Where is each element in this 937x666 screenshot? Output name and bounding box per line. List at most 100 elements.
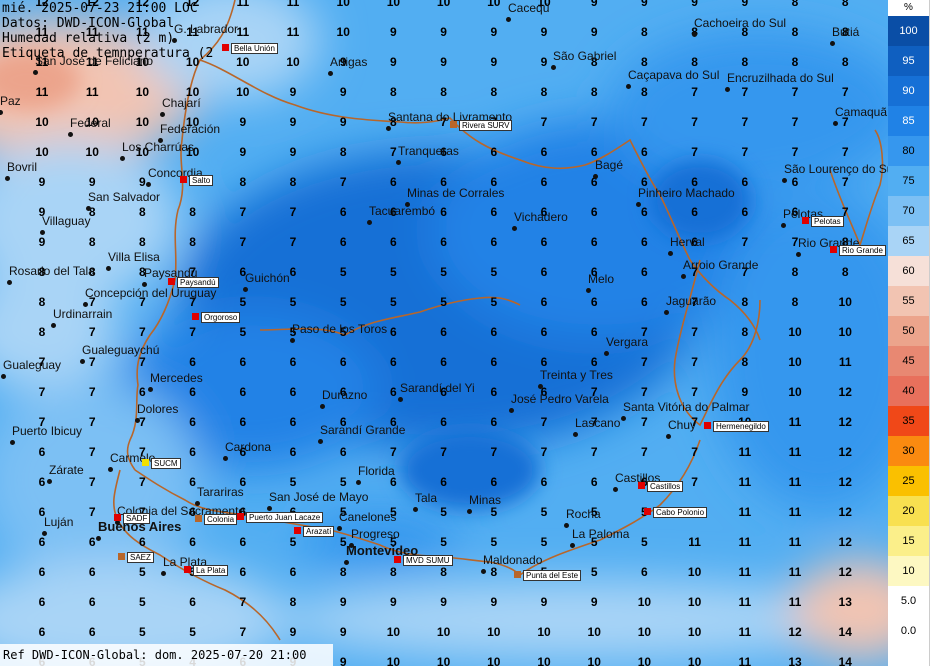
place-label: Butiá: [832, 25, 860, 39]
place-label: Tala: [415, 491, 438, 505]
place-label: Paso de los Toros: [292, 322, 388, 336]
overlay-label: Etiqueta de temnperatura (2: [2, 46, 214, 61]
station-label: Arazatí: [303, 526, 335, 537]
place-label: Guichón: [245, 271, 290, 285]
place-label: Luján: [44, 515, 74, 529]
station-marker[interactable]: [704, 422, 711, 429]
station-label: Orgoroso: [201, 312, 241, 323]
station-marker[interactable]: [802, 217, 809, 224]
legend-entry: 75: [888, 166, 929, 196]
station-label: Salto: [189, 175, 214, 186]
legend-entry: 25: [888, 466, 929, 496]
station-marker[interactable]: [118, 553, 125, 560]
place-dot: [0, 110, 3, 115]
place-dot: [621, 416, 626, 421]
place-dot: [796, 252, 801, 257]
place-dot: [636, 202, 641, 207]
station-marker[interactable]: [222, 44, 229, 51]
place-dot: [664, 310, 669, 315]
place-dot: [108, 467, 113, 472]
station-marker[interactable]: [644, 508, 651, 515]
place-dot: [538, 384, 543, 389]
station-label: Pelotas: [811, 216, 844, 227]
station-marker[interactable]: [394, 556, 401, 563]
place-label: Encruzilhada do Sul: [727, 71, 834, 85]
place-label: Cachoeira do Sul: [694, 16, 787, 30]
place-dot: [725, 87, 730, 92]
station-label: Bella Unión: [231, 43, 278, 54]
place-dot: [5, 176, 10, 181]
place-dot: [564, 523, 569, 528]
place-label: Camaquã: [835, 105, 888, 119]
place-dot: [593, 174, 598, 179]
place-dot: [551, 65, 556, 70]
legend-entry: 65: [888, 226, 929, 256]
place-dot: [120, 156, 125, 161]
place-dot: [626, 84, 631, 89]
legend-scrollbar[interactable]: [929, 0, 937, 666]
place-label: Florida: [358, 464, 395, 478]
legend-entry: 45: [888, 346, 929, 376]
place-dot: [42, 531, 47, 536]
station-label: Rivera SURV: [459, 120, 513, 131]
station-marker[interactable]: [237, 513, 244, 520]
place-label: Tranqueras: [398, 144, 459, 158]
place-dot: [781, 223, 786, 228]
station-marker[interactable]: [114, 514, 121, 521]
place-dot: [243, 287, 248, 292]
place-dot: [367, 220, 372, 225]
place-label: Progreso: [351, 527, 400, 541]
station-marker[interactable]: [184, 566, 191, 573]
station-marker[interactable]: [168, 278, 175, 285]
place-dot: [386, 126, 391, 131]
legend-entry: 35: [888, 406, 929, 436]
place-label: Sarandí Grande: [320, 423, 406, 437]
station-marker[interactable]: [294, 527, 301, 534]
place-dot: [161, 571, 166, 576]
place-dot: [413, 507, 418, 512]
weather-map[interactable]: 1212121211111010101010999988811111111111…: [0, 0, 888, 666]
place-label: Cardona: [225, 440, 272, 454]
place-label: Lascano: [575, 416, 621, 430]
station-label: SUCM: [151, 458, 181, 469]
place-label: Caçapava do Sul: [628, 68, 720, 82]
station-label: Rio Grande: [839, 245, 886, 256]
place-label: Bagé: [595, 158, 624, 172]
place-label: Gualeguay: [3, 358, 62, 372]
place-dot: [666, 434, 671, 439]
station-label: Cabo Polonio: [653, 507, 708, 518]
place-label: La Paloma: [572, 527, 630, 541]
place-label: Jaguarão: [666, 294, 717, 308]
legend-entry: 10: [888, 556, 929, 586]
place-dot: [320, 404, 325, 409]
station-marker[interactable]: [195, 515, 202, 522]
place-dot: [33, 70, 38, 75]
place-dot: [328, 71, 333, 76]
station-label: SADF: [123, 513, 151, 524]
place-label: Paz: [0, 94, 21, 108]
place-dot: [512, 226, 517, 231]
place-label: Rocha: [566, 507, 601, 521]
place-dot: [613, 487, 618, 492]
station-marker[interactable]: [192, 313, 199, 320]
place-label: Concepción del Uruguay: [85, 286, 217, 300]
legend-entry: 20: [888, 496, 929, 526]
variable-label: Humedad relativa (2 m): [2, 31, 175, 46]
legend-entry: 0.0: [888, 616, 929, 646]
place-label: Vichadero: [514, 210, 568, 224]
place-label: San Salvador: [88, 190, 161, 204]
station-marker[interactable]: [180, 176, 187, 183]
place-label: Arroio Grande: [683, 258, 759, 272]
station-marker[interactable]: [142, 459, 149, 466]
place-label: Zárate: [49, 463, 84, 477]
station-marker[interactable]: [830, 246, 837, 253]
station-marker[interactable]: [450, 121, 457, 128]
station-marker[interactable]: [514, 571, 521, 578]
legend-entry: 80: [888, 136, 929, 166]
place-label: Rosario del Tala: [9, 264, 95, 278]
place-dot: [573, 432, 578, 437]
legend-entry: 70: [888, 196, 929, 226]
place-label: Puerto Ibicuy: [12, 424, 83, 438]
place-dot: [86, 206, 91, 211]
station-marker[interactable]: [638, 482, 645, 489]
